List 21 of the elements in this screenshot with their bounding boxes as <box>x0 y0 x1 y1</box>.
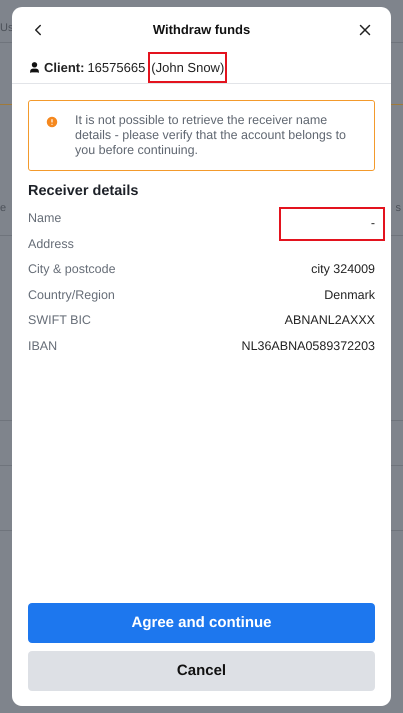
client-name: (John Snow) <box>148 52 228 84</box>
detail-value: NL36ABNA0589372203 <box>242 338 375 355</box>
warning-text: It is not possible to retrieve the receiver name details - please verify that the account belongs to you before continuing. <box>75 113 347 158</box>
detail-label: SWIFT BIC <box>28 312 91 330</box>
detail-value: - <box>279 206 385 240</box>
detail-label: City & postcode <box>28 261 116 278</box>
detail-value: Denmark <box>324 286 375 304</box>
detail-label: Country/Region <box>28 286 115 304</box>
detail-label: Address <box>28 236 74 253</box>
detail-value: ABNANL2AXXX <box>284 312 375 330</box>
agree-button[interactable]: Agree and continue <box>28 603 375 643</box>
client-id: 16575665 <box>87 58 146 77</box>
section-heading: Receiver details <box>28 182 140 201</box>
cancel-button[interactable]: Cancel <box>28 651 375 691</box>
detail-label: IBAN <box>28 338 58 355</box>
user-icon <box>28 61 41 74</box>
detail-label: Name <box>28 210 62 228</box>
client-label: Client: <box>44 58 84 77</box>
dialog-title: Withdraw funds <box>152 20 250 39</box>
detail-value: city 324009 <box>311 261 375 278</box>
warning-icon <box>45 115 59 129</box>
